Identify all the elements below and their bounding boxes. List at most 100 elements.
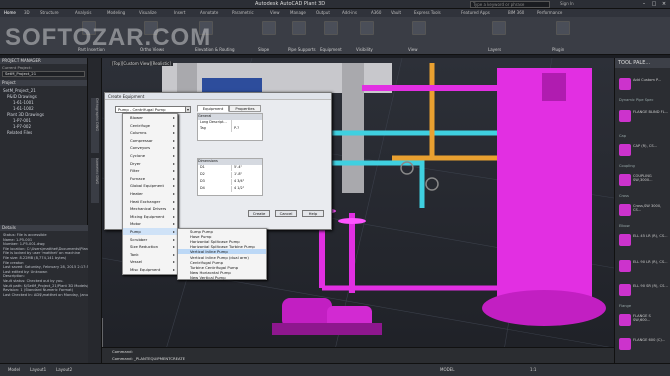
ribbon-tab[interactable]: Output (316, 10, 330, 15)
ribbon-button[interactable] (360, 21, 374, 35)
menu-item[interactable]: Furnace ▸ (123, 175, 177, 182)
annotation-scale[interactable]: 1:1 (530, 367, 536, 372)
ribbon-tab[interactable]: Structure (40, 10, 59, 15)
property-value[interactable] (231, 120, 261, 126)
palette-tool[interactable]: COUPLING SW,3000... (619, 170, 669, 194)
command-line[interactable]: Command: Command: _PLANTEQUIPMENTCREATE (102, 347, 614, 363)
tab-properties[interactable]: Properties (229, 105, 261, 112)
menu-item[interactable]: Filter ▸ (123, 167, 177, 174)
close-icon[interactable]: × (660, 1, 668, 8)
ribbon-tab[interactable]: Annotate (200, 10, 218, 15)
ribbon-tab[interactable]: Modeling (107, 10, 125, 15)
palette-tool[interactable]: FLANGE BLIND FL... (619, 106, 669, 130)
dimension-row[interactable]: D1 5'-4" (198, 165, 262, 171)
layout-tab-1[interactable]: Layout1 (30, 367, 46, 372)
menu-item[interactable]: Cyclone ▸ (123, 152, 177, 159)
property-value[interactable]: P-? (231, 126, 261, 132)
menu-item[interactable]: Misc Equipment ▸ (123, 266, 177, 273)
tab-equipment[interactable]: Equipment (197, 105, 229, 112)
create-button[interactable]: Create (248, 210, 270, 217)
dimension-row[interactable]: D2 1'-8" (198, 172, 262, 178)
ribbon-button[interactable] (492, 21, 506, 35)
dimension-value[interactable]: 5'-4" (231, 165, 261, 171)
tab-isometric-dwg[interactable]: Isometric DWG (91, 158, 99, 203)
ribbon-tab[interactable]: Performance (537, 10, 562, 15)
ribbon-button[interactable] (556, 21, 570, 35)
menu-item[interactable]: Tank ▸ (123, 251, 177, 258)
layout-tab-2[interactable]: Layout2 (56, 367, 72, 372)
property-row[interactable]: Long Descript... (198, 120, 262, 126)
current-project-label: Current Project: (2, 65, 32, 70)
ribbon-tab[interactable]: Insert (174, 10, 185, 15)
cancel-button[interactable]: Cancel (275, 210, 297, 217)
dimension-value[interactable]: 4 1/2" (231, 186, 261, 192)
maximize-icon[interactable]: □ (650, 1, 658, 8)
help-button[interactable]: Help (302, 210, 324, 217)
search-input[interactable]: Type a keyword or phrase (470, 1, 550, 8)
dimension-row[interactable]: D4 4 1/2" (198, 186, 262, 192)
ribbon-panel-label: Visibility (356, 47, 373, 52)
model-space-toggle[interactable]: MODEL (440, 367, 454, 372)
command-input[interactable]: Command: _PLANTEQUIPMENTCREATE (112, 356, 185, 361)
sign-in-link[interactable]: Sign In (560, 1, 574, 6)
ribbon-button[interactable] (324, 21, 338, 35)
submenu-item[interactable]: New Vertical Pump (178, 275, 266, 280)
menu-item[interactable]: Pump ▸ (123, 228, 177, 236)
ribbon-button[interactable] (412, 21, 426, 35)
chevron-down-icon[interactable]: ▾ (185, 106, 191, 113)
equipment-type-combo[interactable]: Pump - Centrifugal Pump (115, 106, 190, 113)
palette-tool[interactable]: ELL 45 LR (R), CS... (619, 230, 669, 254)
menu-item[interactable]: Size Reduction ▸ (123, 243, 177, 250)
layout-tab-model[interactable]: Model (8, 367, 20, 372)
menu-item[interactable]: Global Equipment ▸ (123, 182, 177, 189)
title-bar: Autodesk AutoCAD Plant 3D Type a keyword… (0, 0, 670, 9)
ribbon-tab[interactable]: Home (4, 10, 16, 15)
tree-item[interactable]: Related Files (3, 130, 87, 136)
menu-item[interactable]: Dryer ▸ (123, 160, 177, 167)
menu-item[interactable]: Compressor ▸ (123, 137, 177, 144)
ribbon-tab[interactable]: Visualize (139, 10, 157, 15)
ribbon-tab[interactable]: Parametric (232, 10, 254, 15)
palette-tool[interactable]: ELL 90 LR (R), CS... (619, 256, 669, 280)
palette-category: Elbow (619, 224, 630, 228)
ribbon-tab[interactable]: Manage (290, 10, 306, 15)
menu-item[interactable]: Conveyors ▸ (123, 144, 177, 151)
dimension-value[interactable]: 4 3/4" (231, 179, 261, 185)
palette-tool[interactable]: CAP (R), CS... (619, 140, 669, 164)
ribbon-tab[interactable]: Express Tools (414, 10, 441, 15)
ribbon-tab[interactable]: Vault (391, 10, 401, 15)
dimension-row[interactable]: D3 4 3/4" (198, 179, 262, 185)
menu-item[interactable]: Centrifuge ▸ (123, 122, 177, 129)
ribbon-tab[interactable]: Analysis (75, 10, 91, 15)
menu-item[interactable]: Scrubber ▸ (123, 236, 177, 243)
menu-item[interactable]: Blower ▸ (123, 114, 177, 121)
minimize-icon[interactable]: – (640, 1, 648, 8)
ribbon-tab[interactable]: View (270, 10, 280, 15)
palette-tool[interactable]: Add Custom P... (619, 74, 669, 98)
menu-item[interactable]: Mechanical Drivers ▸ (123, 205, 177, 212)
ribbon-button[interactable] (292, 21, 306, 35)
ribbon-tab[interactable]: Featured Apps (461, 10, 490, 15)
viewport-label[interactable]: [Top][Custom View][Realistic] (110, 61, 173, 66)
menu-item[interactable]: Heat Exchanger ▸ (123, 198, 177, 205)
current-project-select[interactable]: SetM_Project_21 (2, 71, 85, 77)
palette-tool[interactable]: FLANGE 600 (C)... (619, 334, 669, 358)
ribbon-tab[interactable]: BIM 360 (508, 10, 524, 15)
menu-item[interactable]: Columns ▸ (123, 129, 177, 136)
property-row[interactable]: Tag P-? (198, 126, 262, 132)
menu-item[interactable]: Vessel ▸ (123, 258, 177, 265)
chevron-right-icon: ▸ (172, 130, 175, 136)
dimension-value[interactable]: 1'-8" (231, 172, 261, 178)
menu-item[interactable]: Motor ▸ (123, 220, 177, 227)
ribbon-tab[interactable]: A360 (371, 10, 381, 15)
ribbon-button[interactable] (262, 21, 276, 35)
palette-tool[interactable]: ELL 90 SR (R), CS... (619, 280, 669, 304)
watermark: SOFTOZAR.COM (5, 24, 212, 51)
palette-tool[interactable]: FLANGE S SW,600... (619, 310, 669, 334)
ribbon-tab[interactable]: 3D (24, 10, 30, 15)
palette-tool[interactable]: Cross,SW 3000, CS... (619, 200, 669, 224)
tab-orthographic-dwg[interactable]: Orthographic DWG (91, 98, 99, 153)
menu-item[interactable]: Mixing Equipment ▸ (123, 213, 177, 220)
menu-item[interactable]: Heater ▸ (123, 190, 177, 197)
ribbon-tab[interactable]: Add-ins (342, 10, 357, 15)
